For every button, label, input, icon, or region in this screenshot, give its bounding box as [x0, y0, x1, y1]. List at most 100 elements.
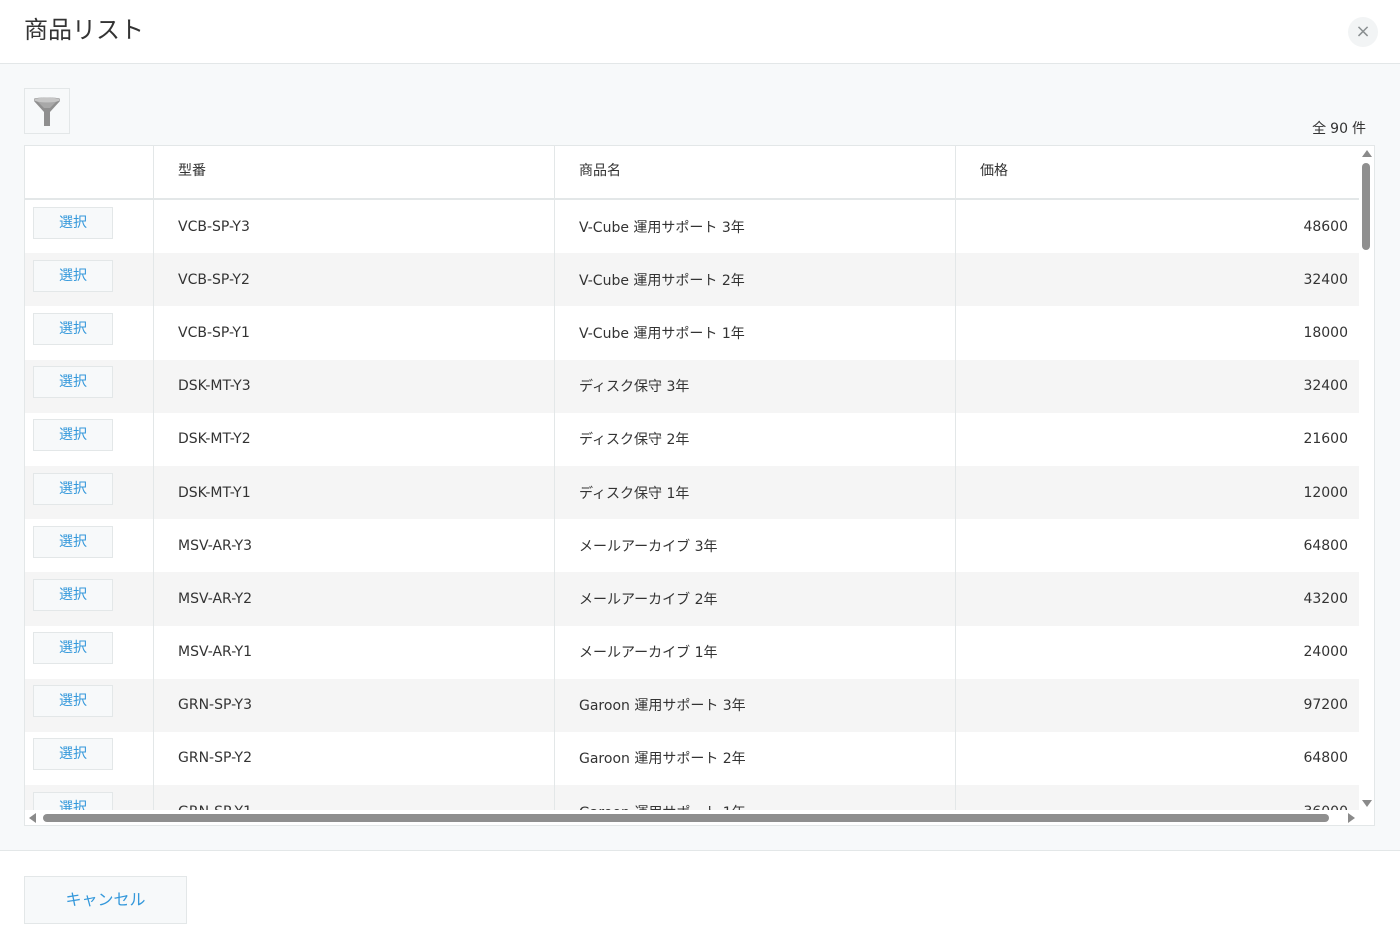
price-cell: 64800	[955, 731, 1359, 786]
scroll-left-arrow-icon[interactable]	[29, 813, 36, 823]
table-row: 選択 VCB-SP-Y3 V-Cube 運用サポート 3年 48600	[25, 200, 1359, 254]
select-cell: 選択	[25, 360, 153, 413]
name-cell: Garoon 運用サポート 3年	[554, 678, 955, 732]
select-cell: 選択	[25, 785, 153, 810]
price-cell: 24000	[955, 625, 1359, 679]
scroll-right-arrow-icon[interactable]	[1348, 813, 1355, 823]
price-cell: 64800	[955, 519, 1359, 573]
name-cell: メールアーカイブ 2年	[554, 572, 955, 626]
select-button[interactable]: 選択	[33, 366, 113, 399]
table-row: 選択 VCB-SP-Y2 V-Cube 運用サポート 2年 32400	[25, 253, 1359, 307]
name-cell: ディスク保守 3年	[554, 359, 955, 413]
close-icon: ×	[1355, 21, 1371, 42]
select-cell: 選択	[25, 572, 153, 625]
table-row: 選択 GRN-SP-Y3 Garoon 運用サポート 3年 97200	[25, 678, 1359, 732]
select-button[interactable]: 選択	[33, 525, 113, 558]
table-body: 選択 VCB-SP-Y3 V-Cube 運用サポート 3年 48600 選択 VCB-SP…	[25, 200, 1359, 810]
price-cell: 18000	[955, 306, 1359, 360]
name-cell: V-Cube 運用サポート 1年	[554, 306, 955, 360]
vertical-scroll-thumb[interactable]	[1362, 163, 1370, 250]
select-button[interactable]: 選択	[33, 791, 113, 810]
model-cell: MSV-AR-Y2	[153, 572, 554, 626]
select-button[interactable]: 選択	[33, 419, 113, 452]
name-cell: ディスク保守 2年	[554, 412, 955, 466]
table-row: 選択 DSK-MT-Y1 ディスク保守 1年 12000	[25, 465, 1359, 520]
product-table: 型番 商品名 価格 選択 VCB-SP-Y3 V-Cube 運用サポート 3年 486…	[24, 145, 1375, 826]
model-cell: VCB-SP-Y3	[153, 200, 554, 254]
close-button[interactable]: ×	[1348, 17, 1378, 47]
model-cell: GRN-SP-Y3	[153, 678, 554, 732]
count-suffix: 件	[1352, 121, 1366, 137]
count-prefix: 全	[1312, 121, 1327, 137]
price-cell: 12000	[955, 465, 1359, 520]
select-cell: 選択	[25, 253, 153, 306]
filter-button[interactable]	[24, 88, 70, 134]
table-row: 選択 DSK-MT-Y3 ディスク保守 3年 32400	[25, 359, 1359, 413]
select-cell: 選択	[25, 626, 153, 679]
model-cell: MSV-AR-Y1	[153, 625, 554, 679]
name-cell: V-Cube 運用サポート 3年	[554, 200, 955, 254]
select-button[interactable]: 選択	[33, 685, 113, 718]
dialog-footer: キャンセル	[0, 850, 1400, 948]
model-cell: VCB-SP-Y2	[153, 253, 554, 307]
cancel-button[interactable]: キャンセル	[24, 876, 187, 924]
select-cell: 選択	[25, 732, 153, 785]
select-button[interactable]: 選択	[33, 312, 113, 345]
horizontal-scrollbar[interactable]	[25, 810, 1374, 825]
table-row: 選択 GRN-SP-Y1Garoon 運用サポート 1年36000	[25, 785, 1359, 810]
vertical-scrollbar[interactable]	[1359, 146, 1374, 810]
price-cell: 32400	[955, 253, 1359, 307]
name-cell: Garoon 運用サポート 2年	[554, 731, 955, 786]
dialog-body: 全 90 件 型番 商品名 価格 選択 VCB-SP-Y3 V-Cube 運用サポート …	[0, 64, 1400, 850]
price-cell: 32400	[955, 359, 1359, 413]
name-cell: V-Cube 運用サポート 2年	[554, 253, 955, 307]
header-model[interactable]: 型番	[153, 146, 554, 198]
select-cell: 選択	[25, 466, 153, 519]
select-button[interactable]: 選択	[33, 578, 113, 611]
select-button[interactable]: 選択	[33, 259, 113, 292]
model-cell: VCB-SP-Y1	[153, 306, 554, 360]
price-cell: 21600	[955, 412, 1359, 466]
select-button[interactable]: 選択	[33, 472, 113, 505]
select-cell: 選択	[25, 306, 153, 359]
select-cell: 選択	[25, 679, 153, 732]
price-cell: 48600	[955, 200, 1359, 254]
select-button[interactable]: 選択	[33, 738, 113, 771]
select-cell: 選択	[25, 519, 153, 572]
product-list-dialog: 商品リスト × 全 90 件 型番 商品名 価格 選択 VCB-SP-Y3 V-Cube…	[0, 0, 1400, 948]
scroll-down-arrow-icon[interactable]	[1362, 800, 1372, 807]
count-value: 90	[1330, 121, 1348, 137]
table-row: 選択 VCB-SP-Y1 V-Cube 運用サポート 1年 18000	[25, 306, 1359, 360]
header-select	[25, 146, 153, 198]
model-cell: DSK-MT-Y3	[153, 359, 554, 413]
price-cell: 36000	[955, 785, 1359, 810]
select-button[interactable]: 選択	[33, 206, 113, 239]
name-cell: Garoon 運用サポート 1年	[554, 785, 955, 810]
price-cell: 43200	[955, 572, 1359, 626]
name-cell: メールアーカイブ 3年	[554, 519, 955, 573]
funnel-icon	[34, 97, 60, 126]
header-price[interactable]: 価格	[955, 146, 1359, 198]
table-header: 型番 商品名 価格	[25, 146, 1359, 200]
header-name[interactable]: 商品名	[554, 146, 955, 198]
select-button[interactable]: 選択	[33, 632, 113, 665]
model-cell: MSV-AR-Y3	[153, 519, 554, 573]
table-row: 選択 DSK-MT-Y2 ディスク保守 2年 21600	[25, 412, 1359, 466]
select-cell: 選択	[25, 200, 153, 253]
dialog-header: 商品リスト ×	[0, 0, 1400, 64]
model-cell: GRN-SP-Y2	[153, 731, 554, 786]
name-cell: ディスク保守 1年	[554, 465, 955, 520]
table-row: 選択 GRN-SP-Y2 Garoon 運用サポート 2年 64800	[25, 731, 1359, 786]
horizontal-scroll-thumb[interactable]	[43, 814, 1329, 822]
scroll-up-arrow-icon[interactable]	[1362, 150, 1372, 157]
dialog-title: 商品リスト	[24, 16, 144, 44]
total-count: 全 90 件	[1310, 120, 1368, 138]
name-cell: メールアーカイブ 1年	[554, 625, 955, 679]
model-cell: DSK-MT-Y2	[153, 412, 554, 466]
model-cell: GRN-SP-Y1	[153, 785, 554, 810]
model-cell: DSK-MT-Y1	[153, 465, 554, 520]
select-cell: 選択	[25, 413, 153, 466]
table-row: 選択 MSV-AR-Y1 メールアーカイブ 1年 24000	[25, 625, 1359, 679]
price-cell: 97200	[955, 678, 1359, 732]
table-row: 選択 MSV-AR-Y2 メールアーカイブ 2年 43200	[25, 572, 1359, 626]
